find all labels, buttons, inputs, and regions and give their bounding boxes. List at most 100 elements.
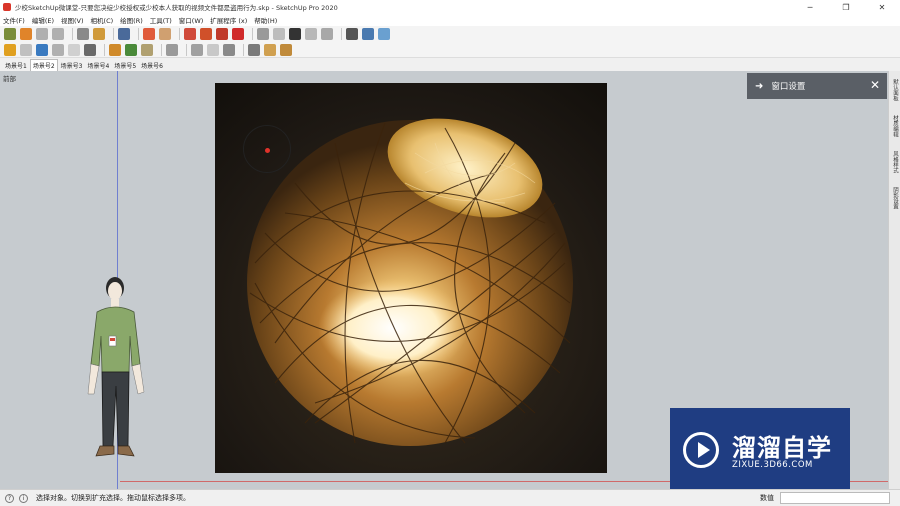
figure-left-shoe bbox=[95, 445, 115, 457]
title-bar: 少校SketchUp微课堂-只要您决绽少校授权或少校本人获取的视频文件都是盗用行… bbox=[0, 0, 900, 14]
minimize-button[interactable]: ─ bbox=[792, 0, 828, 14]
folder-icon[interactable] bbox=[273, 28, 285, 40]
tray-panel: 默认面板 材质编辑 风格样式 阴影设置 bbox=[888, 71, 900, 489]
menu-file[interactable]: 文件(F) bbox=[3, 15, 25, 25]
scene-tab-1[interactable]: 场景号1 bbox=[3, 60, 29, 71]
toolbar-primary bbox=[0, 26, 900, 42]
shield-icon[interactable] bbox=[109, 43, 121, 56]
figure-trousers bbox=[101, 371, 130, 447]
ruler-icon[interactable] bbox=[191, 43, 203, 56]
panel-title: 窗口设置 bbox=[771, 82, 806, 92]
sketchup-logo-icon bbox=[3, 3, 11, 11]
box-icon[interactable] bbox=[68, 43, 80, 56]
orbit-icon[interactable] bbox=[4, 43, 16, 56]
menu-view[interactable]: 视图(V) bbox=[61, 15, 84, 25]
cursor-dot bbox=[265, 148, 270, 153]
infinity-icon[interactable] bbox=[84, 43, 96, 56]
scene-tab-2[interactable]: 场景号2 bbox=[29, 59, 58, 71]
tray-tab-shadows[interactable]: 阴影设置 bbox=[890, 187, 900, 209]
measurements-label: 数值 bbox=[760, 494, 774, 502]
toolbar-separator bbox=[113, 28, 114, 40]
tray-tab-styles[interactable]: 风格样式 bbox=[890, 151, 900, 173]
watermark-title: 溜溜自学 bbox=[732, 434, 832, 462]
figure-right-arm bbox=[131, 363, 145, 395]
menu-draw[interactable]: 绘图(R) bbox=[120, 15, 143, 25]
speaker-icon[interactable] bbox=[166, 43, 178, 56]
toolbar-separator bbox=[341, 28, 342, 40]
menu-help[interactable]: 帮助(H) bbox=[254, 15, 277, 25]
toolbar-separator bbox=[138, 28, 139, 40]
monitor-icon[interactable] bbox=[248, 43, 260, 56]
menu-edit[interactable]: 编辑(E) bbox=[32, 15, 54, 25]
close-icon[interactable]: ✕ bbox=[870, 78, 880, 92]
paint-icon[interactable] bbox=[52, 43, 64, 56]
layers-icon[interactable] bbox=[257, 28, 269, 40]
menu-camera[interactable]: 相机(C) bbox=[91, 15, 114, 25]
toolbar-separator bbox=[72, 28, 73, 40]
table-icon[interactable] bbox=[207, 43, 219, 56]
target-icon[interactable] bbox=[232, 28, 244, 40]
status-bar: ? i 选择对象。切换到扩充选择。拖动鼠标选择多项。 数值 bbox=[0, 489, 900, 506]
cog-icon[interactable] bbox=[200, 28, 212, 40]
toolbar-separator bbox=[179, 28, 180, 40]
menu-window[interactable]: 窗口(W) bbox=[179, 15, 204, 25]
record-icon[interactable] bbox=[36, 28, 48, 40]
scene-tab-5[interactable]: 场景号5 bbox=[112, 60, 138, 71]
camera-icon[interactable] bbox=[321, 28, 333, 40]
toolbar-separator bbox=[186, 43, 187, 56]
menu-tools[interactable]: 工具(T) bbox=[150, 15, 172, 25]
menu-extensions[interactable]: 扩展程序 (x) bbox=[210, 15, 247, 25]
minus-icon[interactable] bbox=[305, 28, 317, 40]
scene-tabs: 场景号1 场景号2 场景号3 场景号4 场景号5 场景号6 bbox=[0, 58, 900, 71]
window-controls: ─ ❐ ✕ bbox=[792, 0, 900, 14]
surface-icon[interactable] bbox=[36, 43, 48, 56]
stamp-icon[interactable] bbox=[93, 28, 105, 40]
walk-icon[interactable] bbox=[77, 28, 89, 40]
person-icon[interactable] bbox=[264, 43, 276, 56]
lock-icon[interactable] bbox=[118, 28, 130, 40]
window-settings-panel[interactable]: ➜ 窗口设置 ✕ bbox=[747, 73, 887, 99]
adjust-icon[interactable] bbox=[223, 43, 235, 56]
figure-left-arm bbox=[87, 363, 100, 395]
grid-icon[interactable] bbox=[159, 28, 171, 40]
toolbar-separator bbox=[161, 43, 162, 56]
scale-figure[interactable] bbox=[82, 274, 154, 482]
view-label: 前部 bbox=[3, 75, 16, 83]
stop-icon[interactable] bbox=[289, 28, 301, 40]
help-icon[interactable]: ? bbox=[5, 493, 14, 503]
figure-neck bbox=[111, 299, 119, 307]
push-pull-icon[interactable] bbox=[20, 28, 32, 40]
arrow-right-icon[interactable]: ➜ bbox=[755, 81, 763, 92]
measurements-input[interactable] bbox=[780, 492, 890, 504]
settings-icon[interactable] bbox=[378, 28, 390, 40]
menu-bar: 文件(F) 编辑(E) 视图(V) 相机(C) 绘图(R) 工具(T) 窗口(W… bbox=[0, 14, 900, 26]
toolbar-separator bbox=[252, 28, 253, 40]
select-icon[interactable] bbox=[4, 28, 16, 40]
close-button[interactable]: ✕ bbox=[864, 0, 900, 14]
cube-icon[interactable] bbox=[141, 43, 153, 56]
tree-icon[interactable] bbox=[125, 43, 137, 56]
watermark: 溜溜自学 ZIXUE.3D66.COM bbox=[670, 408, 850, 493]
refresh-icon[interactable] bbox=[20, 43, 32, 56]
toolbar-separator bbox=[104, 43, 105, 56]
toolbar-secondary bbox=[0, 42, 900, 58]
save-icon[interactable] bbox=[362, 28, 374, 40]
glasses-icon[interactable] bbox=[184, 28, 196, 40]
figure-right-shoe bbox=[117, 445, 135, 457]
info-icon[interactable]: i bbox=[19, 493, 28, 503]
scene-tab-6[interactable]: 场景号6 bbox=[139, 60, 165, 71]
folder-red-icon[interactable] bbox=[216, 28, 228, 40]
tray-tab-default[interactable]: 默认面板 bbox=[890, 79, 900, 101]
status-message: 选择对象。切换到扩充选择。拖动鼠标选择多项。 bbox=[36, 494, 190, 502]
scene-tab-4[interactable]: 场景号4 bbox=[85, 60, 111, 71]
toolbar-separator bbox=[243, 43, 244, 56]
rewind-icon[interactable] bbox=[52, 28, 64, 40]
image-icon[interactable] bbox=[280, 43, 292, 56]
scene-tab-3[interactable]: 场景号3 bbox=[59, 60, 85, 71]
window-title: 少校SketchUp微课堂-只要您决绽少校授权或少校本人获取的视频文件都是盗用行… bbox=[15, 4, 338, 12]
resize-icon[interactable] bbox=[346, 28, 358, 40]
gear-red-icon[interactable] bbox=[143, 28, 155, 40]
maximize-button[interactable]: ❐ bbox=[828, 0, 864, 14]
tray-tab-materials[interactable]: 材质编辑 bbox=[890, 115, 900, 137]
figure-badge-logo bbox=[110, 338, 115, 341]
